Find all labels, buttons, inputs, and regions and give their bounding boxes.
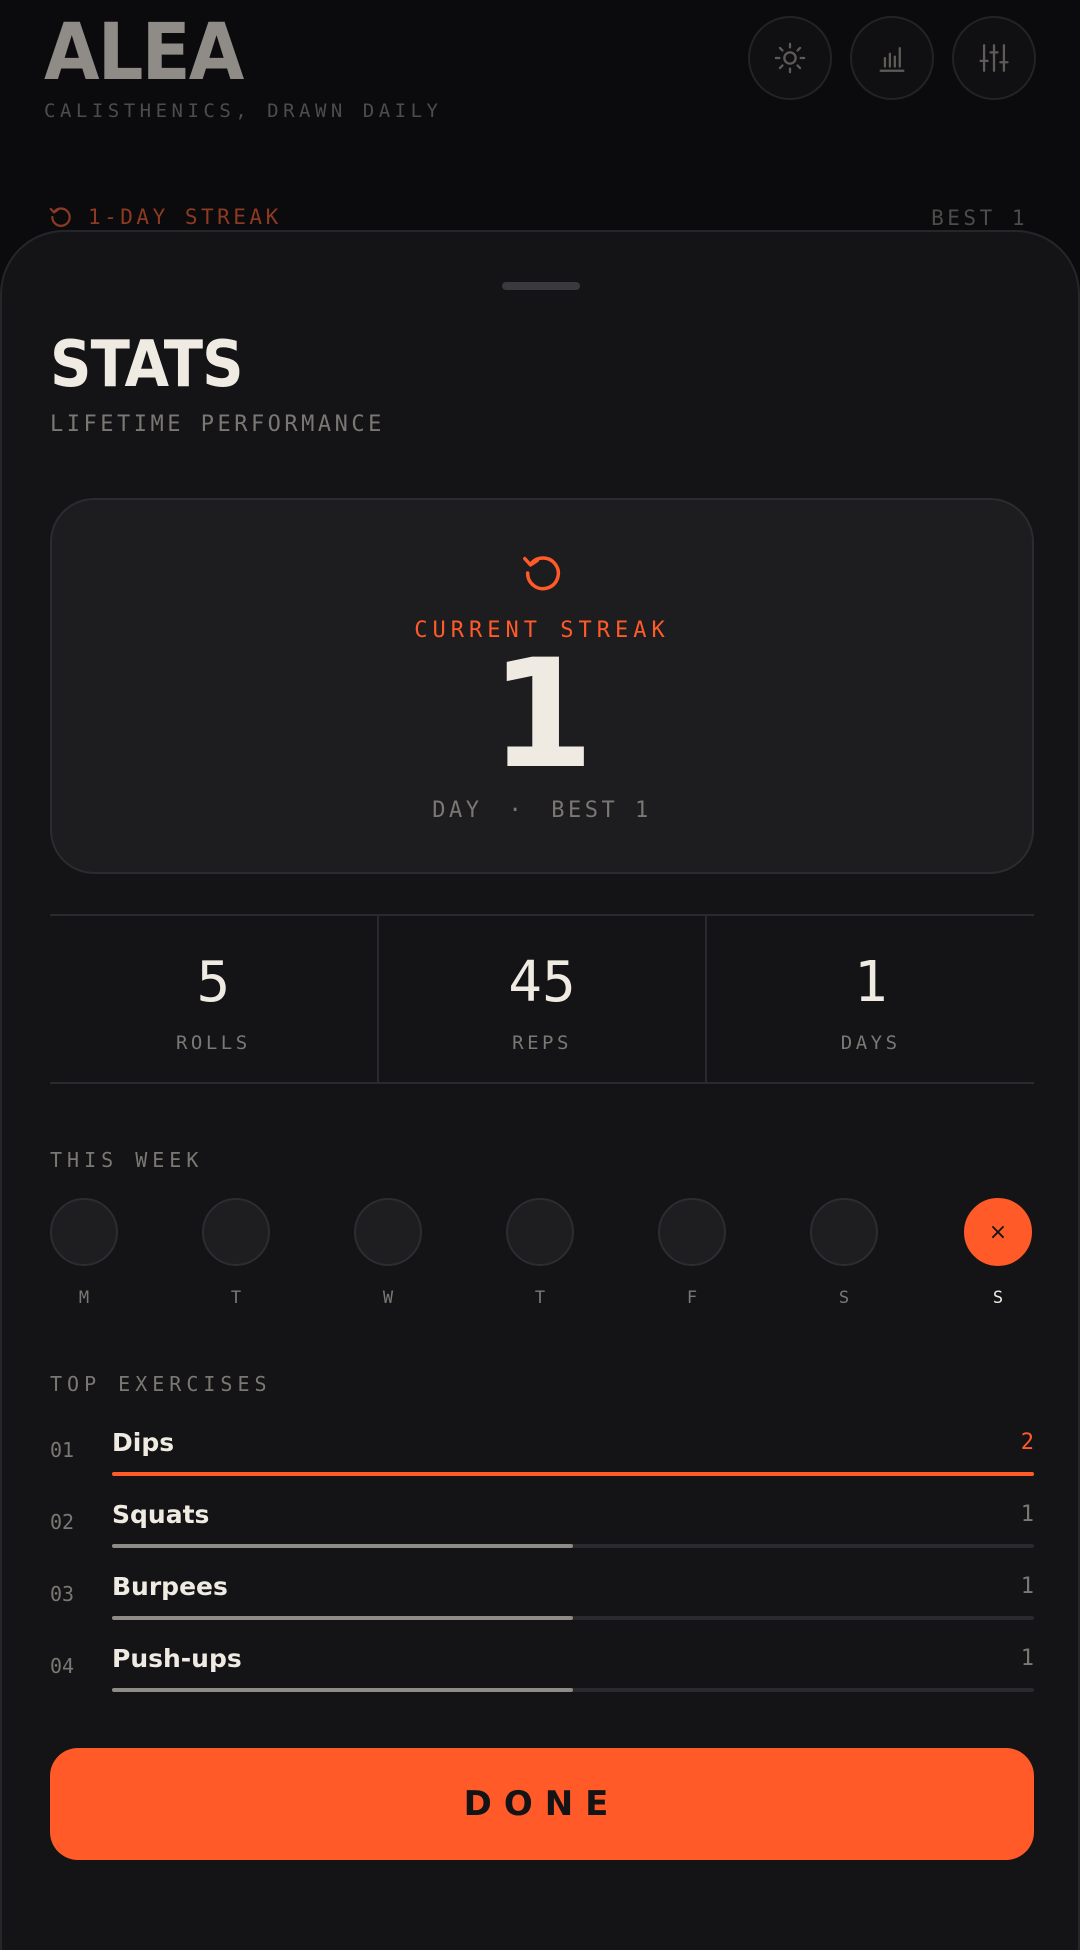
exercise-name: Push-ups	[112, 1644, 242, 1673]
top-exercises-label: TOP EXERCISES	[50, 1372, 272, 1396]
sheet-subtitle: LIFETIME PERFORMANCE	[50, 412, 385, 437]
lifetime-stats-row: 5 ROLLS 45 REPS 1 DAYS	[50, 914, 1034, 1084]
day-circle	[506, 1198, 574, 1266]
day-letter: T	[230, 1288, 242, 1308]
sun-icon	[774, 42, 806, 74]
day-circle	[810, 1198, 878, 1266]
day-circle	[202, 1198, 270, 1266]
exercise-name: Squats	[112, 1500, 210, 1529]
exercise-bar-fill	[112, 1688, 573, 1692]
day-letter: W	[382, 1288, 394, 1308]
stat-value: 45	[508, 950, 576, 1015]
streak-unit: DAY	[432, 798, 483, 823]
streak-icon	[49, 207, 71, 227]
stat-label: ROLLS	[175, 1032, 251, 1054]
day-circle-active: ×	[964, 1198, 1032, 1266]
exercise-row: 03 Burpees 1	[50, 1566, 1034, 1626]
week-day-sat[interactable]: S	[810, 1198, 878, 1308]
header-streak: 1-DAY STREAK	[48, 204, 282, 230]
header-streak-text: 1-DAY STREAK	[88, 205, 282, 229]
exercise-bar-track	[112, 1544, 1034, 1548]
stat-reps: 45 REPS	[379, 916, 708, 1082]
app-header: ALEA CALISTHENICS, DRAWN DAILY 1-DAY STR…	[0, 0, 1080, 260]
exercise-count: 1	[1020, 1646, 1034, 1671]
stat-label: REPS	[512, 1032, 572, 1054]
exercise-count: 1	[1020, 1574, 1034, 1599]
stat-days: 1 DAYS	[707, 916, 1034, 1082]
sheet-grabber[interactable]	[502, 282, 580, 290]
week-tracker: M T W T F S × S	[50, 1198, 1034, 1318]
exercise-count: 2	[1020, 1430, 1034, 1455]
exercise-bar-track	[112, 1472, 1034, 1476]
day-circle	[354, 1198, 422, 1266]
day-letter: T	[534, 1288, 546, 1308]
bar-chart-icon	[879, 46, 905, 72]
week-day-wed[interactable]: W	[354, 1198, 422, 1308]
day-letter: F	[686, 1288, 698, 1308]
stats-button[interactable]	[850, 16, 934, 100]
this-week-label: THIS WEEK	[50, 1148, 204, 1172]
week-day-sun[interactable]: × S	[964, 1198, 1032, 1308]
exercise-row: 02 Squats 1	[50, 1494, 1034, 1554]
exercise-rank: 03	[50, 1582, 75, 1606]
app-logo: ALEA	[44, 8, 244, 98]
exercise-name: Dips	[112, 1428, 175, 1457]
app-tagline: CALISTHENICS, DRAWN DAILY	[44, 100, 443, 122]
stat-value: 1	[853, 950, 888, 1015]
stat-value: 5	[196, 950, 231, 1015]
done-button[interactable]: DONE	[50, 1748, 1034, 1860]
streak-value: 1	[489, 628, 595, 802]
week-day-mon[interactable]: M	[50, 1198, 118, 1308]
exercise-bar-fill	[112, 1544, 573, 1548]
stat-rolls: 5 ROLLS	[50, 916, 379, 1082]
week-day-thu[interactable]: T	[506, 1198, 574, 1308]
sliders-icon	[979, 44, 1009, 72]
exercise-row: 04 Push-ups 1	[50, 1638, 1034, 1698]
exercise-bar-fill	[112, 1616, 573, 1620]
day-letter: M	[78, 1288, 90, 1308]
exercise-rank: 01	[50, 1438, 75, 1462]
exercise-rank: 04	[50, 1654, 75, 1678]
exercise-rank: 02	[50, 1510, 75, 1534]
day-circle	[658, 1198, 726, 1266]
exercise-bar-track	[112, 1616, 1034, 1620]
week-day-tue[interactable]: T	[202, 1198, 270, 1308]
theme-toggle-button[interactable]	[748, 16, 832, 100]
streak-best: BEST 1	[551, 798, 652, 823]
exercise-bar-fill	[112, 1472, 1034, 1476]
settings-button[interactable]	[952, 16, 1036, 100]
exercise-row: 01 Dips 2	[50, 1422, 1034, 1482]
week-day-fri[interactable]: F	[658, 1198, 726, 1308]
day-circle	[50, 1198, 118, 1266]
current-streak-card: CURRENT STREAK 1 DAY · BEST 1	[50, 498, 1034, 874]
day-letter: S	[838, 1288, 850, 1308]
streak-separator: ·	[508, 798, 526, 823]
day-letter: S	[992, 1288, 1004, 1308]
stat-label: DAYS	[840, 1032, 901, 1054]
streak-meta: DAY · BEST 1	[52, 798, 1032, 823]
streak-icon	[523, 556, 561, 591]
exercise-count: 1	[1020, 1502, 1034, 1527]
stats-sheet: STATS LIFETIME PERFORMANCE CURRENT STREA…	[0, 230, 1080, 1950]
exercise-name: Burpees	[112, 1572, 228, 1601]
sheet-title: STATS	[50, 328, 244, 402]
exercise-bar-track	[112, 1688, 1034, 1692]
header-best: BEST 1	[931, 206, 1028, 230]
